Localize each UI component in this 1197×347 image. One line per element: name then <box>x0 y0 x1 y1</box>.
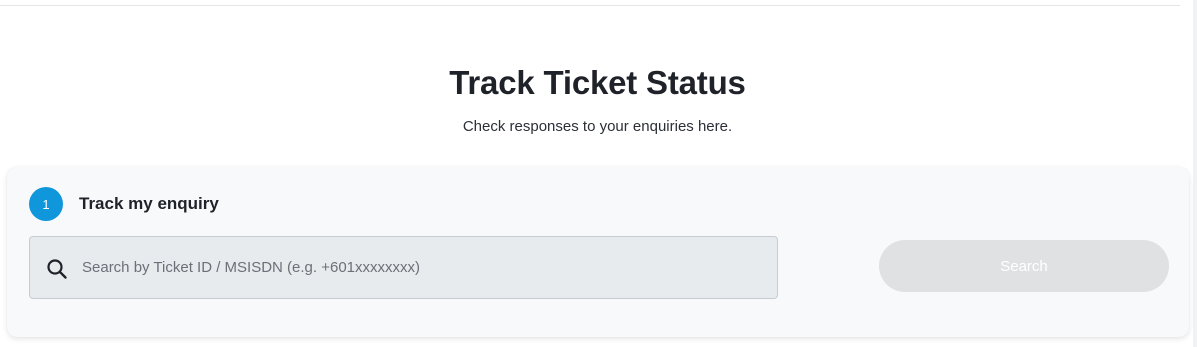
step-number-badge: 1 <box>29 187 63 221</box>
scrollbar-track[interactable] <box>1193 0 1197 347</box>
page-subtitle: Check responses to your enquiries here. <box>462 118 733 135</box>
step-title: Track my enquiry <box>79 194 219 213</box>
search-input[interactable] <box>82 237 762 298</box>
track-ticket-page: Track Ticket Status Check responses to y… <box>0 0 1197 347</box>
top-divider <box>0 5 1180 6</box>
page-title: Track Ticket Status <box>449 64 746 101</box>
search-icon <box>46 258 68 280</box>
track-enquiry-card: 1 Track my enquiry Search <box>7 167 1189 337</box>
search-field[interactable] <box>29 236 778 299</box>
search-button[interactable]: Search <box>879 240 1169 292</box>
